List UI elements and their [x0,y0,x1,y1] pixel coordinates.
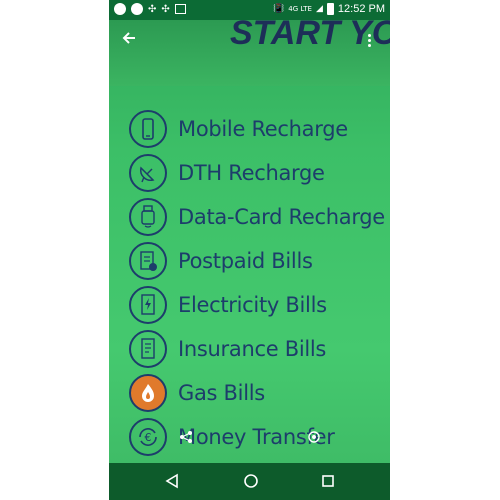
app-grid-icon-2: ✣ [161,3,170,15]
electricity-bill-icon [129,286,167,324]
menu-item-label: Gas Bills [178,381,265,405]
back-arrow-icon[interactable] [121,30,137,50]
menu-item-label: Postpaid Bills [178,249,313,273]
lens-icon[interactable] [307,430,321,448]
signal-icon: ◢ [315,4,323,14]
nav-recents-icon[interactable] [320,473,336,493]
menu-item-label: Data-Card Recharge [178,205,385,229]
svg-text:€: € [145,431,152,444]
mobile-phone-icon [129,110,167,148]
menu-item-label: DTH Recharge [178,161,325,185]
insurance-document-icon [129,330,167,368]
menu-item-postpaid-bills[interactable]: Postpaid Bills [129,240,313,282]
menu-item-insurance-bills[interactable]: Insurance Bills [129,328,326,370]
gallery-icon [174,4,186,14]
network-type: 4G LTE [288,4,312,13]
menu-item-money-transfer[interactable]: € Money Transfer [129,416,335,458]
nav-home-icon[interactable] [243,473,259,493]
euro-transfer-icon: € [129,418,167,456]
navigation-bar [109,463,390,500]
message-icon [114,3,126,15]
app-screen: ✣ ✣ 📳 4G LTE ◢ 12:52 PM START YO Mobile … [109,0,390,500]
menu-item-label: Electricity Bills [178,293,327,317]
menu-item-gas-bills[interactable]: Gas Bills [129,372,265,414]
more-options-icon[interactable] [368,34,372,47]
app-grid-icon: ✣ [148,3,157,15]
vibrate-icon: 📳 [273,4,285,14]
menu-item-label: Insurance Bills [178,337,327,361]
usb-datacard-icon [129,198,167,236]
menu-item-mobile-recharge[interactable]: Mobile Recharge [129,108,348,150]
menu-item-dth-recharge[interactable]: DTH Recharge [129,152,325,194]
menu-item-electricity-bills[interactable]: Electricity Bills [129,284,327,326]
page-title: START YO [230,14,390,52]
menu-item-data-card-recharge[interactable]: Data-Card Recharge [129,196,385,238]
nav-back-icon[interactable] [164,473,180,493]
satellite-dish-icon [129,154,167,192]
gas-flame-icon [129,374,167,412]
app-header: START YO [109,14,390,86]
share-icon[interactable] [179,430,193,448]
postpaid-bill-icon [129,242,167,280]
notification-icon [131,3,143,15]
menu-item-label: Mobile Recharge [178,117,348,141]
notification-icons: ✣ ✣ [114,3,186,15]
